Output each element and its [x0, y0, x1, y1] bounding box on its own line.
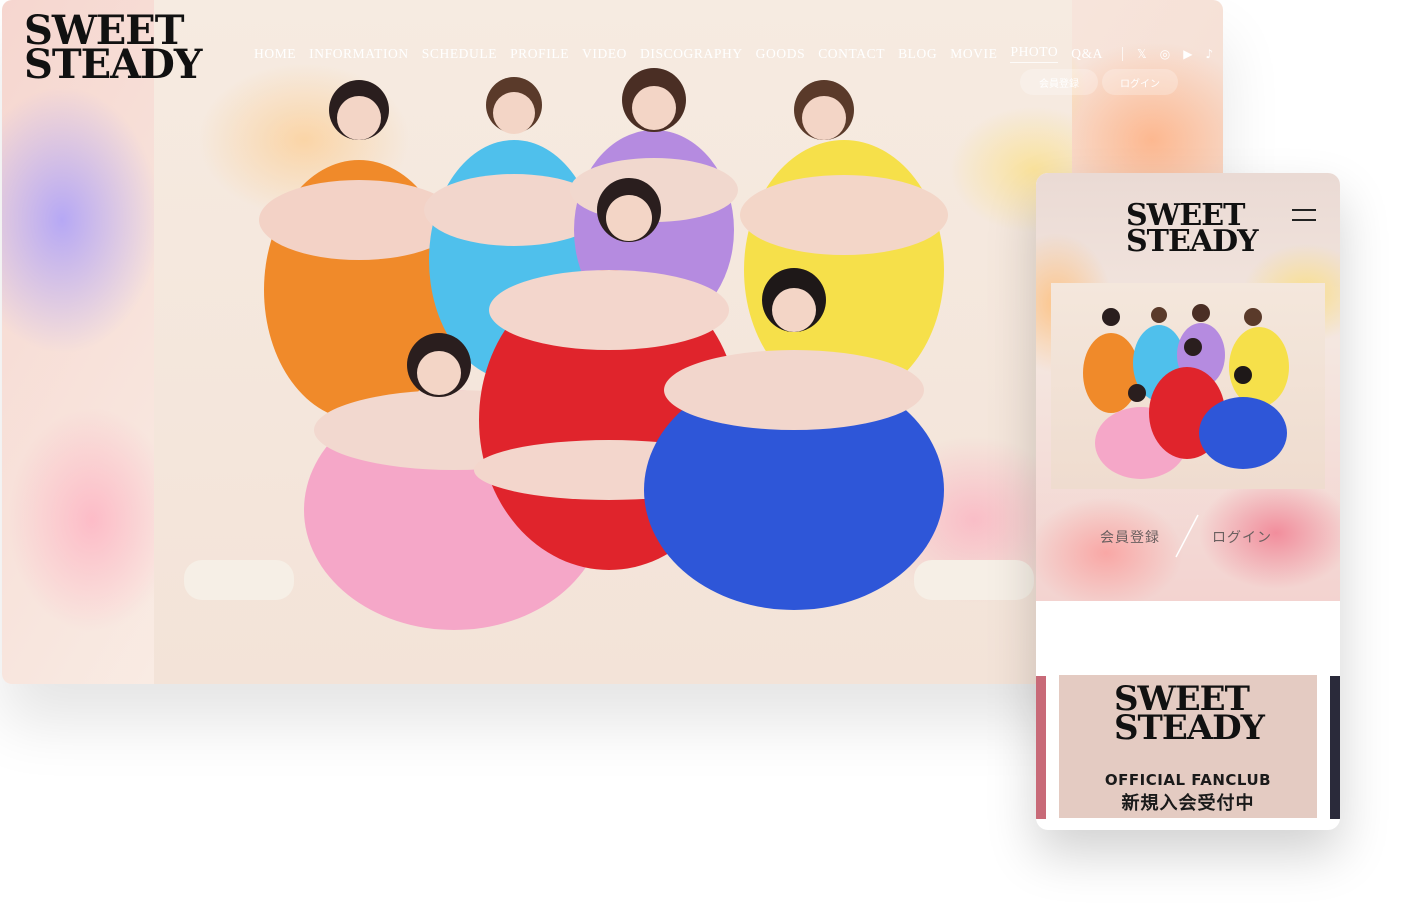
mobile-group-illustration	[1083, 304, 1289, 479]
nav-blog[interactable]: BLOG	[898, 46, 937, 62]
logo-line-2: STEADY	[24, 41, 202, 88]
banner-side-accent-left	[1036, 676, 1046, 819]
nav-discography[interactable]: DISCOGRAPHY	[640, 46, 743, 62]
login-button[interactable]: ログイン	[1102, 69, 1178, 95]
mobile-register-link[interactable]: 会員登録	[1100, 527, 1160, 547]
mobile-login-link[interactable]: ログイン	[1212, 527, 1272, 547]
tiktok-icon[interactable]: ♪	[1205, 47, 1213, 61]
nav-information[interactable]: INFORMATION	[309, 46, 409, 62]
social-links: 𝕏 ◎ ▶ ♪	[1137, 47, 1213, 61]
nav-profile[interactable]: PROFILE	[510, 46, 569, 62]
hamburger-menu-icon[interactable]	[1292, 209, 1316, 221]
nav-movie[interactable]: MOVIE	[950, 46, 997, 62]
banner-logo: SWEET STEADY	[1114, 682, 1265, 748]
mobile-logo[interactable]: SWEET STEADY	[1126, 201, 1259, 259]
group-illustration	[184, 68, 1034, 630]
banner-logo-line-2: STEADY	[1114, 707, 1265, 748]
nav-photo[interactable]: PHOTO	[1010, 44, 1059, 63]
banner-line-2: 新規入会受付中	[1121, 793, 1255, 814]
nav-home[interactable]: HOME	[254, 46, 296, 62]
mobile-hero: SWEET STEADY 会員登録 ログイン	[1036, 173, 1340, 601]
youtube-icon[interactable]: ▶	[1183, 47, 1192, 61]
banner-line-1: OFFICIAL FANCLUB	[1104, 771, 1272, 789]
nav-contact[interactable]: CONTACT	[818, 46, 885, 62]
mobile-screen: SWEET STEADY 会員登録 ログイン SWEET STEADY OFFI…	[1036, 173, 1340, 830]
x-icon[interactable]: 𝕏	[1137, 47, 1147, 61]
fanclub-banner[interactable]: SWEET STEADY OFFICIAL FANCLUB 新規入会受付中	[1059, 675, 1317, 818]
nav-video[interactable]: VIDEO	[582, 46, 627, 62]
nav-goods[interactable]: GOODS	[756, 46, 806, 62]
auth-divider	[1175, 514, 1199, 558]
hero-photo	[154, 0, 1072, 684]
mobile-auth-links: 会員登録 ログイン	[1036, 513, 1340, 561]
banner-side-accent-right	[1330, 676, 1340, 819]
main-nav: HOME INFORMATION SCHEDULE PROFILE VIDEO …	[254, 44, 1213, 63]
mobile-logo-line-2: STEADY	[1126, 223, 1259, 259]
nav-schedule[interactable]: SCHEDULE	[422, 46, 497, 62]
register-button[interactable]: 会員登録	[1020, 69, 1098, 95]
nav-divider	[1122, 46, 1124, 61]
mobile-hero-photo	[1051, 283, 1325, 489]
nav-qa[interactable]: Q&A	[1071, 46, 1103, 62]
site-logo[interactable]: SWEET STEADY	[24, 11, 202, 88]
instagram-icon[interactable]: ◎	[1160, 47, 1170, 61]
